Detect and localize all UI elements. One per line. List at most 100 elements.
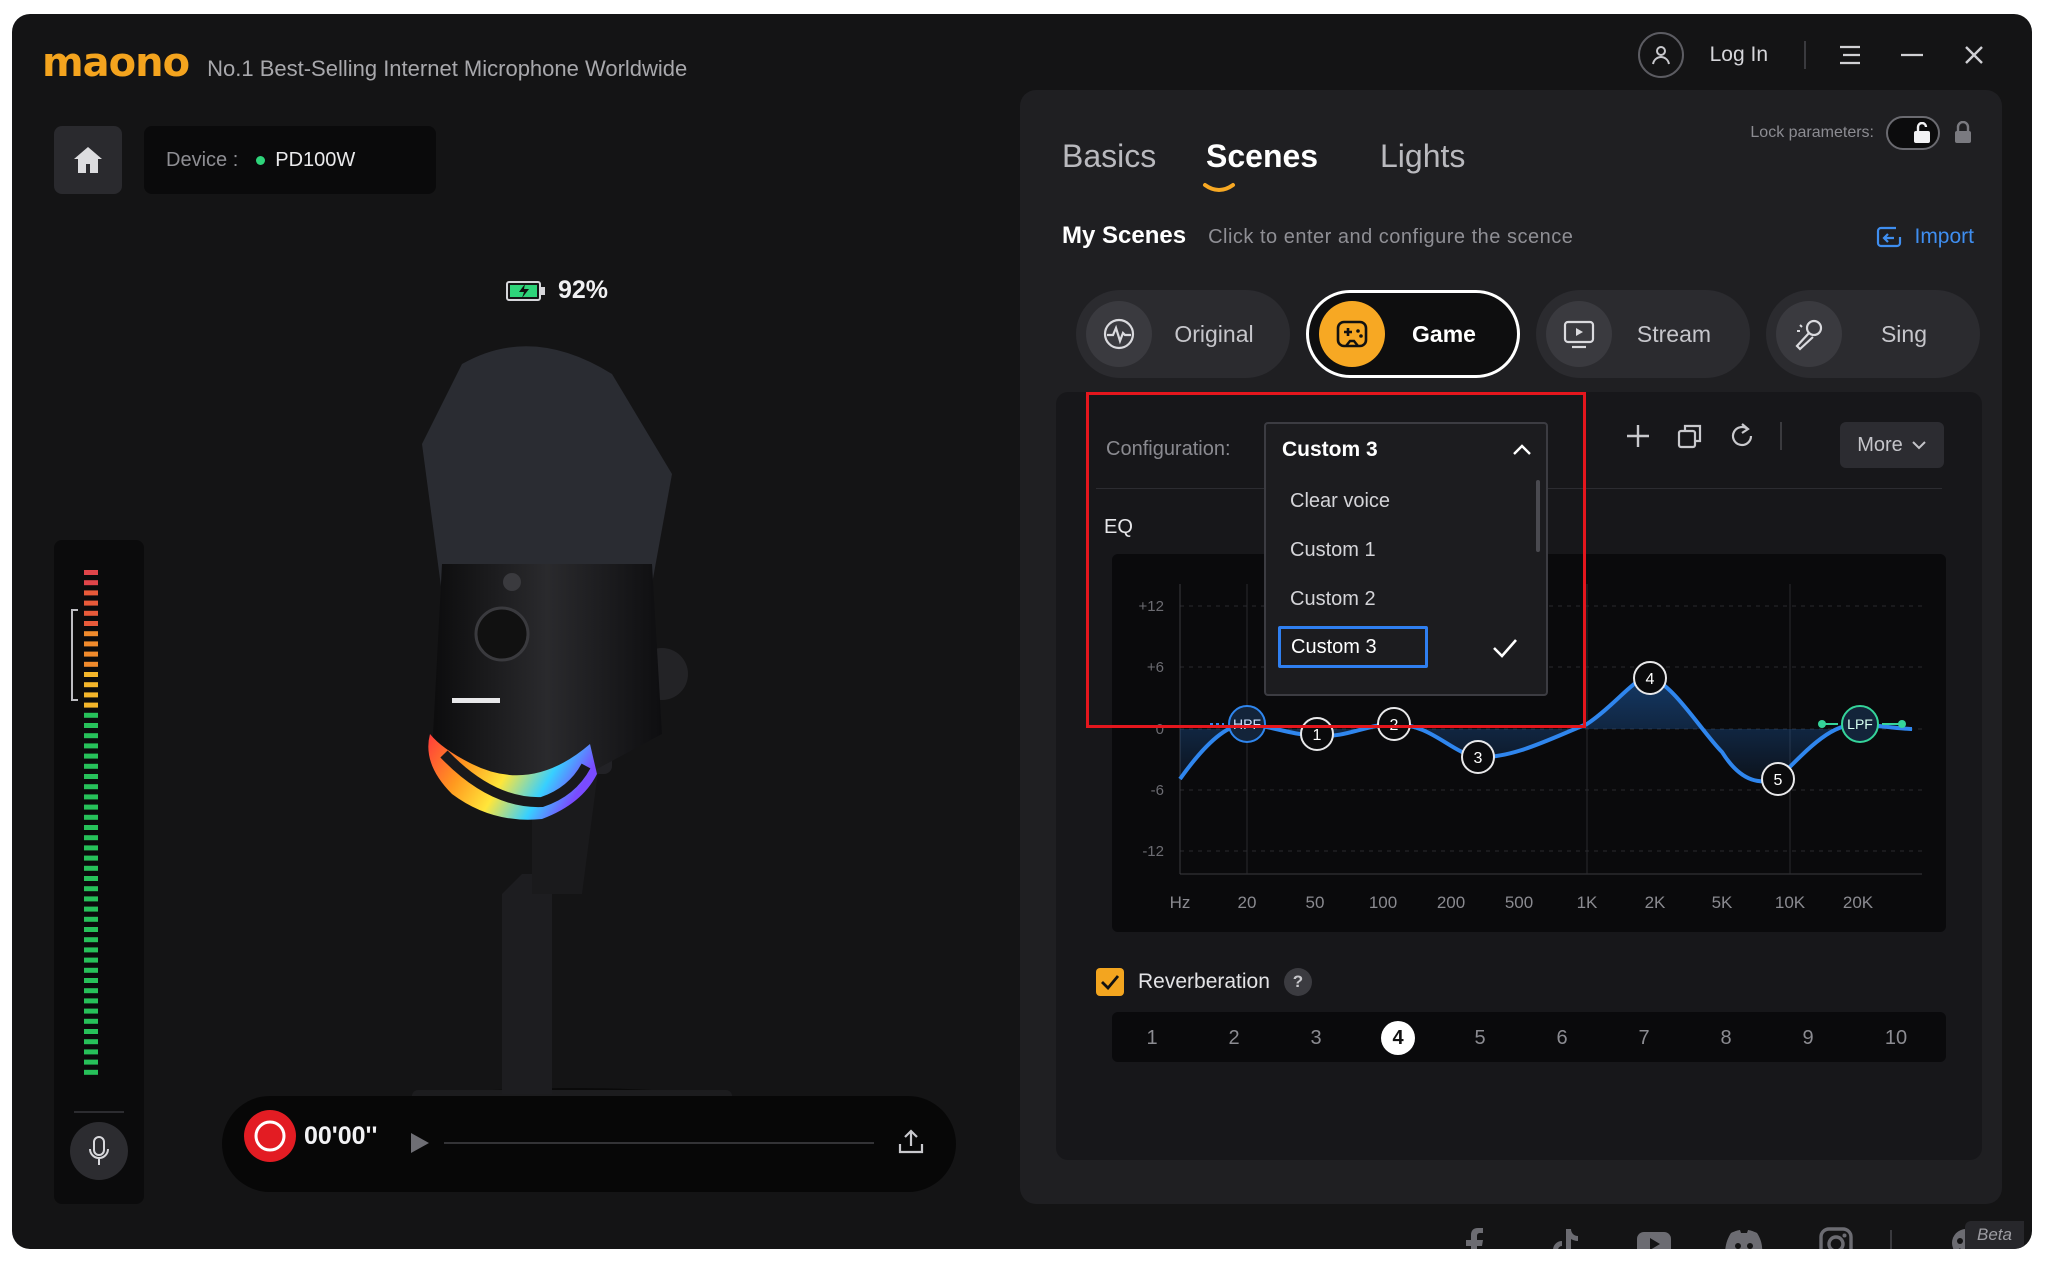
close-icon[interactable] [1956, 37, 1992, 73]
chevron-down-icon [1912, 441, 1926, 450]
level-segment [84, 1049, 98, 1055]
config-option-custom-1[interactable]: Custom 1 [1290, 539, 1376, 562]
reverberation-level-slider[interactable]: 1 2 3 4 5 6 7 8 9 10 [1112, 1012, 1946, 1062]
reverb-level[interactable]: 6 [1545, 1021, 1579, 1055]
lock-icon[interactable] [1952, 121, 1974, 145]
instagram-icon[interactable] [1816, 1224, 1856, 1249]
tab-basics[interactable]: Basics [1062, 138, 1156, 175]
user-avatar-icon[interactable] [1637, 32, 1684, 78]
device-selector[interactable]: Device : PD100W [144, 126, 436, 194]
scene-game[interactable]: Game [1306, 290, 1520, 378]
eq-x-tick: 200 [1437, 893, 1465, 912]
eq-node-4[interactable]: 4 [1633, 661, 1667, 695]
facebook-icon[interactable] [1454, 1224, 1494, 1249]
level-segment [84, 600, 98, 606]
reverb-level[interactable]: 3 [1299, 1021, 1333, 1055]
config-option-custom-2[interactable]: Custom 2 [1290, 588, 1376, 611]
check-icon [1101, 975, 1120, 990]
level-segment [84, 845, 98, 851]
record-button[interactable] [244, 1110, 296, 1162]
level-segment [84, 661, 98, 667]
add-icon[interactable] [1624, 422, 1652, 450]
config-option-custom-3[interactable]: Custom 3 [1278, 626, 1428, 668]
battery-charging-icon [506, 280, 545, 301]
level-segment [84, 825, 98, 830]
configuration-selected[interactable]: Custom 3 [1282, 438, 1378, 462]
more-dropdown[interactable]: More [1840, 422, 1944, 468]
reverb-level-selected[interactable]: 4 [1381, 1021, 1415, 1055]
node-label: 4 [1646, 671, 1655, 688]
reverb-level[interactable]: 5 [1463, 1021, 1497, 1055]
level-segment [84, 835, 98, 841]
level-segment [84, 855, 98, 861]
scene-label: Stream [1636, 320, 1712, 347]
level-segment [84, 804, 98, 810]
discord-icon[interactable] [1724, 1224, 1764, 1249]
reverb-level[interactable]: 8 [1709, 1021, 1743, 1055]
export-icon[interactable] [896, 1126, 926, 1156]
level-segment [84, 763, 98, 769]
reverb-level[interactable]: 1 [1135, 1021, 1169, 1055]
level-segment [84, 610, 98, 616]
import-button[interactable]: Import [1876, 224, 1974, 250]
minimize-icon[interactable] [1894, 37, 1930, 73]
waveform-icon [1086, 301, 1152, 367]
eq-x-tick: 5K [1712, 893, 1733, 912]
lock-parameters: Lock parameters: [1750, 116, 1974, 150]
chevron-up-icon[interactable] [1512, 444, 1532, 456]
device-label: Device : [166, 148, 239, 171]
gamepad-icon [1319, 301, 1385, 367]
level-segment [84, 1069, 98, 1075]
eq-x-tick: 1K [1577, 893, 1598, 912]
reverberation-checkbox[interactable] [1096, 968, 1124, 996]
level-segment [84, 814, 98, 820]
scene-stream[interactable]: Stream [1536, 290, 1750, 378]
level-segment [84, 590, 98, 596]
level-segment [84, 651, 98, 657]
eq-node-5[interactable]: 5 [1761, 762, 1795, 796]
login-link[interactable]: Log In [1710, 43, 1768, 67]
menu-icon[interactable] [1832, 37, 1868, 73]
device-status-dot [256, 155, 266, 165]
scene-label: Sing [1880, 320, 1928, 347]
toolbar-divider [1780, 422, 1782, 450]
dropdown-scrollbar[interactable] [1536, 480, 1540, 552]
import-label: Import [1914, 225, 1974, 248]
youtube-icon[interactable] [1634, 1224, 1674, 1249]
level-bars [71, 570, 124, 1113]
tab-scenes[interactable]: Scenes [1206, 138, 1318, 175]
scene-sing[interactable]: Sing [1766, 290, 1980, 378]
help-icon[interactable]: ? [1283, 968, 1312, 996]
tab-lights[interactable]: Lights [1380, 138, 1465, 175]
level-segment [84, 1039, 98, 1045]
reverb-level[interactable]: 2 [1217, 1021, 1251, 1055]
scene-original[interactable]: Original [1076, 290, 1290, 378]
reset-icon[interactable] [1728, 422, 1756, 450]
lock-toggle[interactable] [1886, 116, 1940, 150]
brand-logo: maono No.1 Best-Selling Internet Microph… [42, 40, 687, 86]
home-button[interactable] [54, 126, 122, 194]
level-segment [84, 580, 98, 586]
level-segment [84, 927, 98, 932]
reverb-level[interactable]: 10 [1879, 1021, 1913, 1055]
eq-x-tick: Hz [1170, 893, 1191, 912]
playback-track[interactable] [444, 1142, 874, 1144]
scene-label: Game [1412, 320, 1476, 347]
copy-icon[interactable] [1676, 422, 1704, 450]
eq-node-3[interactable]: 3 [1461, 740, 1495, 774]
lpf-node[interactable]: LPF [1818, 705, 1906, 743]
reverb-level[interactable]: 9 [1791, 1021, 1825, 1055]
eq-x-tick: 50 [1306, 893, 1325, 912]
tiktok-icon[interactable] [1544, 1224, 1584, 1249]
footer-divider [1890, 1230, 1892, 1249]
configuration-dropdown[interactable]: Custom 3 Clear voice Custom 1 Custom 2 C… [1264, 422, 1548, 696]
import-icon [1877, 226, 1902, 248]
play-icon[interactable] [406, 1130, 432, 1156]
level-segment [84, 937, 98, 943]
level-segment [84, 967, 98, 973]
level-segment [84, 631, 98, 637]
beta-badge: Beta [1965, 1221, 2024, 1249]
mic-mute-button[interactable] [70, 1122, 128, 1180]
config-option-clear-voice[interactable]: Clear voice [1290, 490, 1390, 513]
reverb-level[interactable]: 7 [1627, 1021, 1661, 1055]
